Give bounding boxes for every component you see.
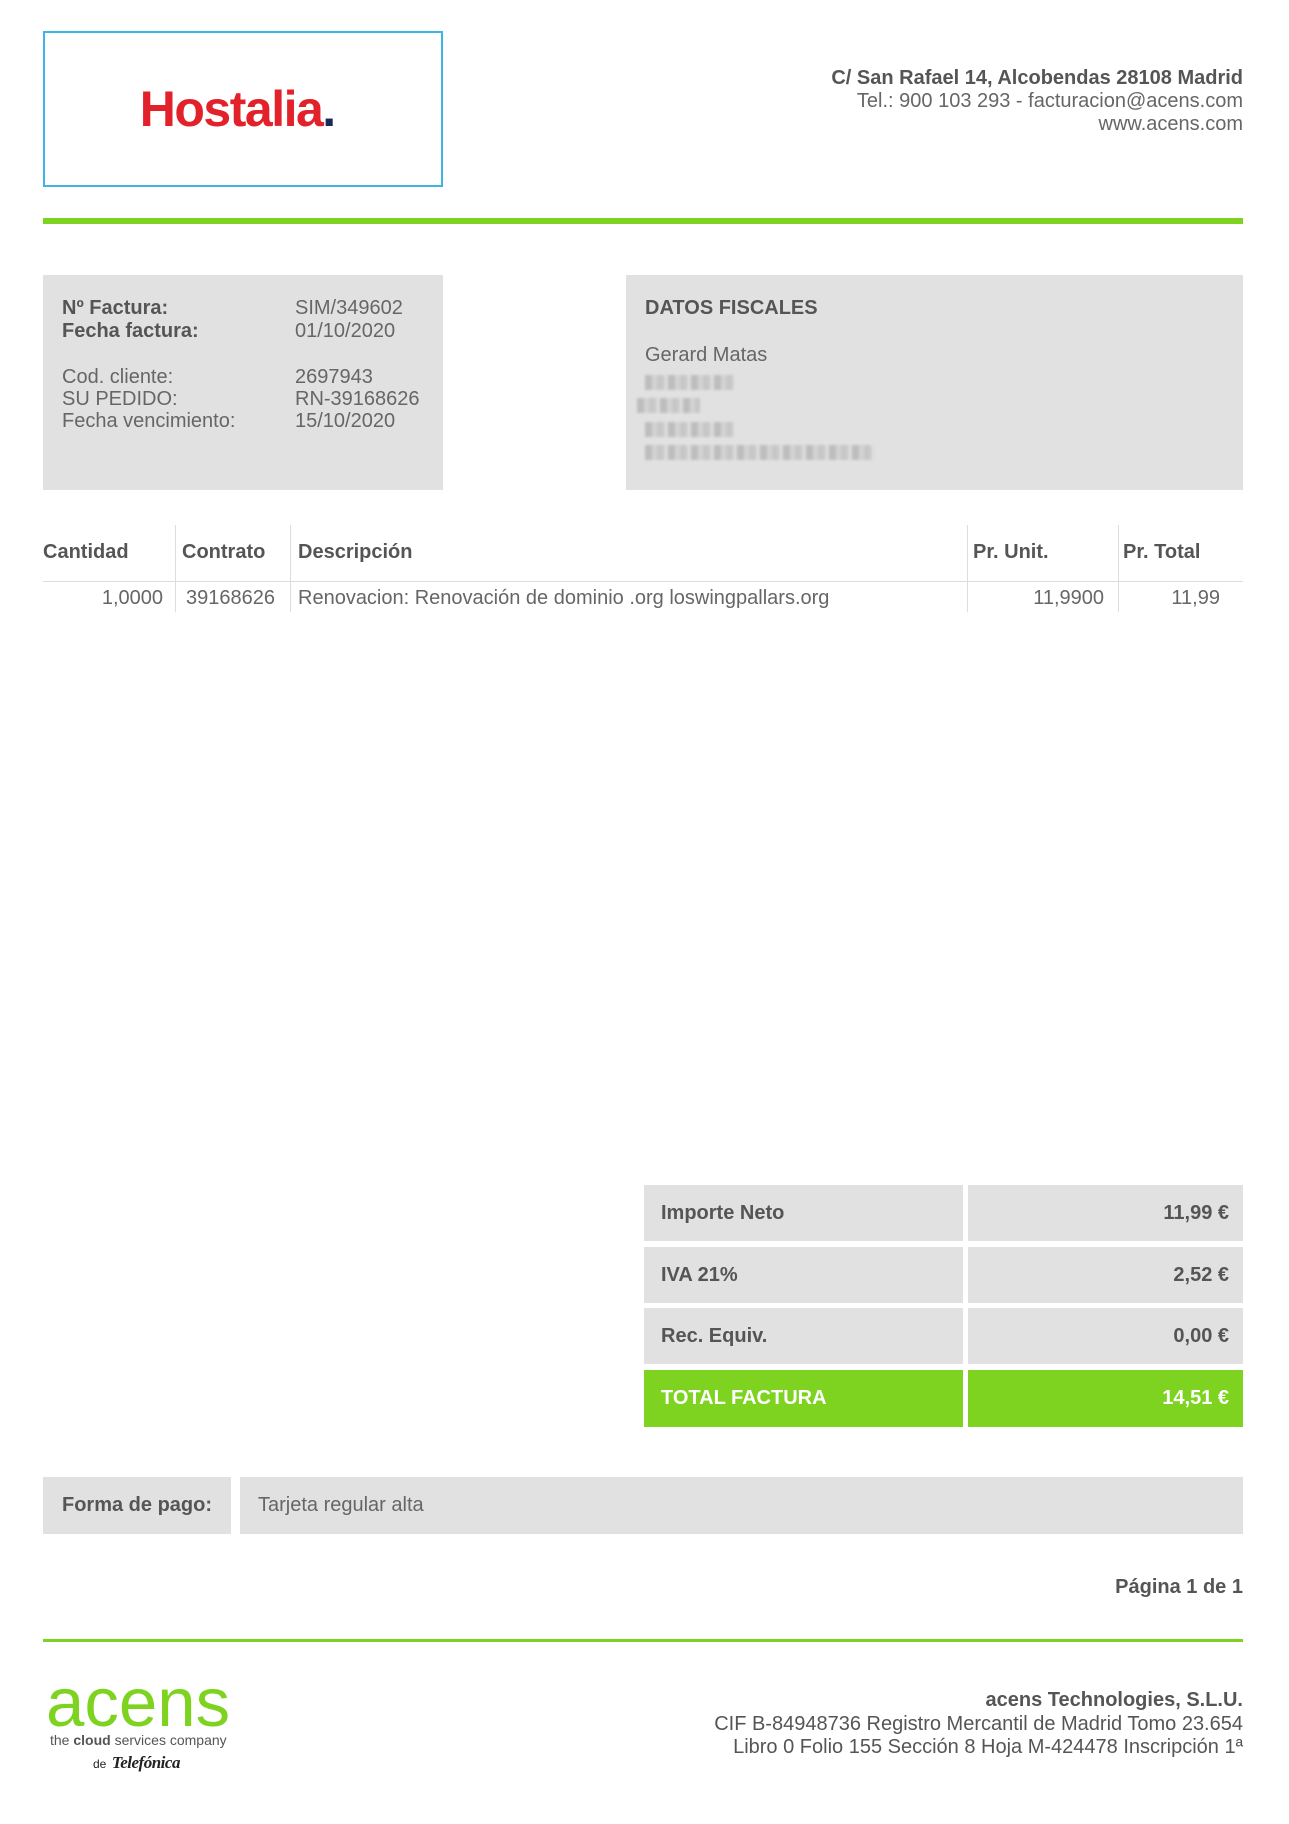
invoice-date-value: 01/10/2020 bbox=[295, 320, 396, 342]
cell-precio-unitario: 11,9900 bbox=[1033, 587, 1104, 609]
invoice-info-panel: Nº Factura: SIM/349602 Fecha factura: 01… bbox=[43, 275, 443, 490]
net-amount-label: Importe Neto bbox=[644, 1185, 963, 1241]
redacted-text-block bbox=[637, 398, 700, 413]
redacted-text-block bbox=[645, 445, 875, 460]
column-header-precio-total: Pr. Total bbox=[1123, 541, 1201, 563]
order-row: SU PEDIDO: RN-39168626 bbox=[43, 388, 443, 410]
page-indicator: Página 1 de 1 bbox=[1115, 1576, 1243, 1598]
total-row-vat: IVA 21% 2,52 € bbox=[644, 1247, 1243, 1303]
legal-company-name: acens Technologies, S.L.U. bbox=[985, 1689, 1243, 1711]
cell-contrato: 39168626 bbox=[186, 587, 275, 609]
payment-method-label: Forma de pago: bbox=[43, 1477, 231, 1534]
surcharge-value: 0,00 € bbox=[968, 1308, 1243, 1364]
table-column-divider bbox=[967, 525, 968, 612]
order-label: SU PEDIDO: bbox=[62, 388, 178, 410]
invoice-number-row: Nº Factura: SIM/349602 bbox=[43, 297, 443, 319]
cell-descripcion: Renovacion: Renovación de dominio .org l… bbox=[298, 587, 830, 609]
tagline-start: the bbox=[50, 1732, 70, 1748]
column-header-precio-unitario: Pr. Unit. bbox=[973, 541, 1049, 563]
due-date-value: 15/10/2020 bbox=[295, 410, 396, 432]
column-header-cantidad: Cantidad bbox=[43, 541, 129, 563]
legal-registry-line2: Libro 0 Folio 155 Sección 8 Hoja M-42447… bbox=[733, 1736, 1243, 1758]
invoice-date-row: Fecha factura: 01/10/2020 bbox=[43, 320, 443, 342]
company-address: C/ San Rafael 14, Alcobendas 28108 Madri… bbox=[831, 67, 1243, 136]
header-divider bbox=[43, 218, 1243, 224]
address-street: C/ San Rafael 14, Alcobendas 28108 Madri… bbox=[831, 67, 1243, 89]
invoice-number-value: SIM/349602 bbox=[295, 297, 403, 319]
fiscal-data-title: DATOS FISCALES bbox=[645, 297, 818, 319]
surcharge-label: Rec. Equiv. bbox=[644, 1308, 963, 1364]
table-column-divider bbox=[1118, 525, 1119, 612]
grand-total-value: 14,51 € bbox=[968, 1370, 1243, 1427]
logo-wordmark: Hostalia bbox=[139, 81, 324, 137]
tagline-end: services company bbox=[114, 1732, 227, 1748]
net-amount-value: 11,99 € bbox=[968, 1185, 1243, 1241]
footer-divider bbox=[43, 1639, 1243, 1642]
vat-value: 2,52 € bbox=[968, 1247, 1243, 1303]
grand-total-label: TOTAL FACTURA bbox=[644, 1370, 963, 1427]
customer-name: Gerard Matas bbox=[645, 344, 768, 366]
table-column-divider bbox=[290, 525, 291, 612]
cell-cantidad: 1,0000 bbox=[101, 587, 163, 609]
tagline-bold: cloud bbox=[73, 1732, 111, 1748]
column-header-contrato: Contrato bbox=[182, 541, 266, 563]
address-contact: Tel.: 900 103 293 - facturacion@acens.co… bbox=[856, 90, 1243, 112]
total-row-grand: TOTAL FACTURA 14,51 € bbox=[644, 1370, 1243, 1427]
by-label: de bbox=[93, 1757, 107, 1771]
client-code-value: 2697943 bbox=[295, 366, 373, 388]
payment-method-value: Tarjeta regular alta bbox=[240, 1477, 1243, 1534]
due-date-row: Fecha vencimiento: 15/10/2020 bbox=[43, 410, 443, 432]
column-header-descripcion: Descripción bbox=[298, 541, 413, 563]
legal-registry-line1: CIF B-84948736 Registro Mercantil de Mad… bbox=[714, 1712, 1243, 1735]
vat-label: IVA 21% bbox=[644, 1247, 963, 1303]
telefonica-wordmark: Telefónica bbox=[111, 1753, 181, 1772]
table-header-divider bbox=[43, 581, 1243, 582]
redacted-text-block bbox=[645, 422, 734, 437]
telefonica-mark: de Telefónica bbox=[93, 1751, 180, 1775]
invoice-page: Hostalia. C/ San Rafael 14, Alcobendas 2… bbox=[0, 0, 1289, 1824]
due-date-label: Fecha vencimiento: bbox=[62, 410, 236, 432]
logo-dot: . bbox=[322, 81, 337, 137]
invoice-date-label: Fecha factura: bbox=[62, 320, 199, 342]
address-website: www.acens.com bbox=[1098, 113, 1244, 135]
total-row-surcharge: Rec. Equiv. 0,00 € bbox=[644, 1308, 1243, 1364]
fiscal-data-panel: DATOS FISCALES Gerard Matas bbox=[626, 275, 1243, 490]
acens-wordmark: acens bbox=[46, 1664, 231, 1741]
totals-panel: Importe Neto 11,99 € IVA 21% 2,52 € Rec.… bbox=[644, 1185, 1243, 1427]
redacted-text-block bbox=[645, 375, 734, 390]
total-row-net: Importe Neto 11,99 € bbox=[644, 1185, 1243, 1241]
client-code-row: Cod. cliente: 2697943 bbox=[43, 366, 443, 388]
order-value: RN-39168626 bbox=[295, 388, 420, 410]
table-column-divider bbox=[175, 525, 176, 612]
acens-tagline: the cloud services company bbox=[50, 1732, 227, 1748]
invoice-number-label: Nº Factura: bbox=[62, 297, 169, 319]
client-code-label: Cod. cliente: bbox=[62, 366, 174, 388]
hostalia-logo: Hostalia. bbox=[43, 31, 443, 187]
cell-precio-total: 11,99 bbox=[1171, 587, 1220, 609]
legal-footer: acens Technologies, S.L.U. CIF B-8494873… bbox=[714, 1689, 1243, 1760]
